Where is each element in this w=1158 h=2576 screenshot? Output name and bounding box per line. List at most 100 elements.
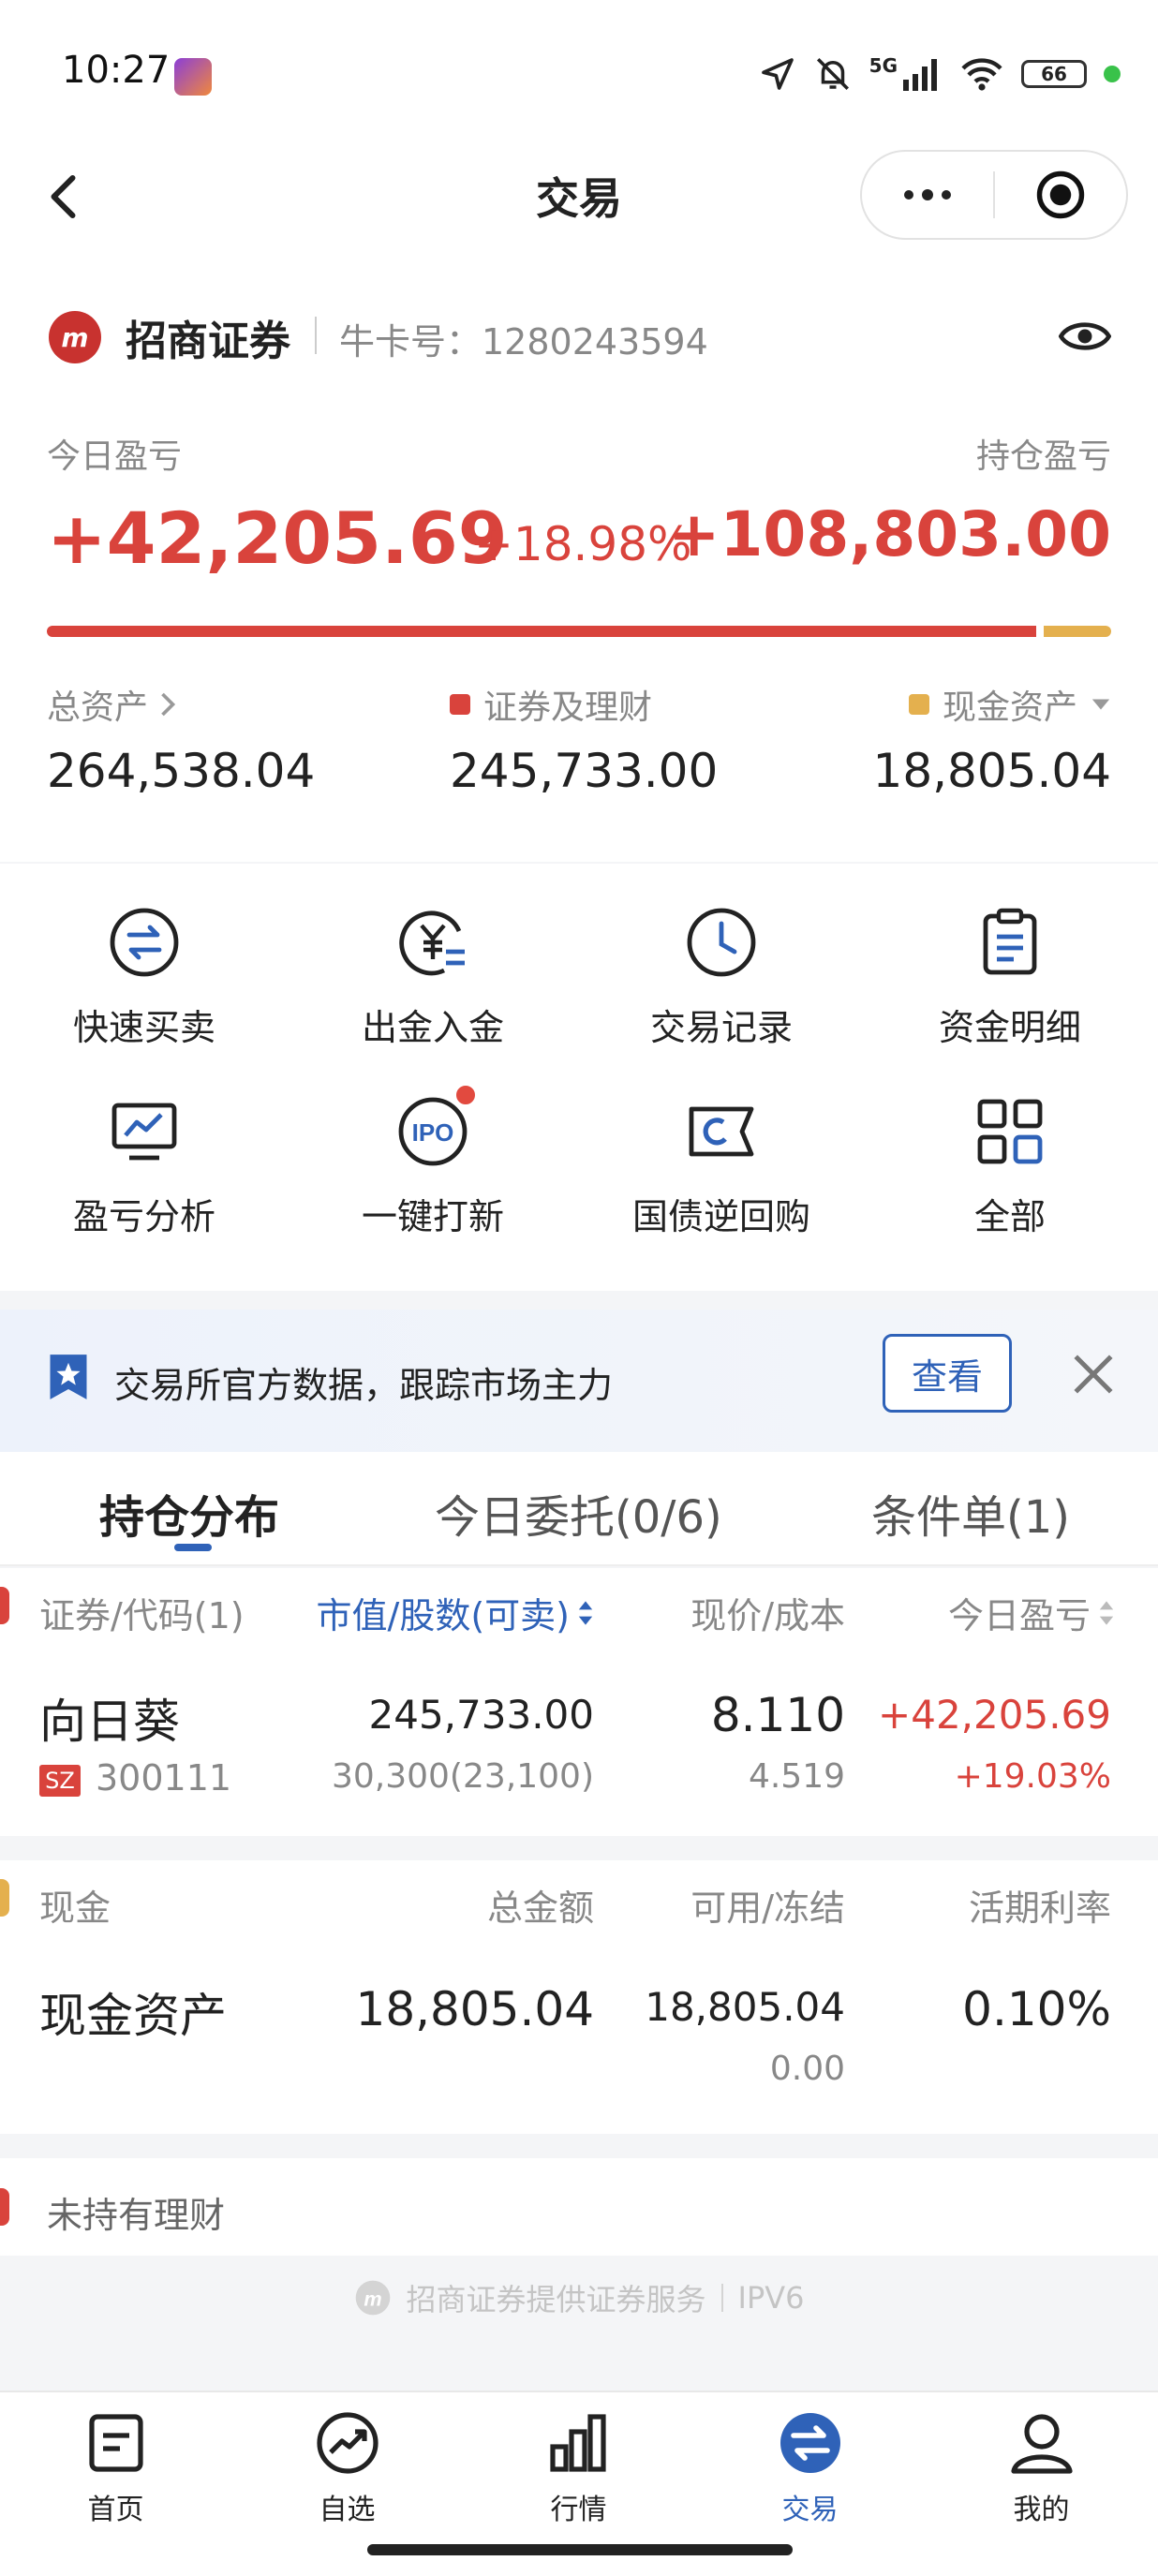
cash-frozen: 0.00 <box>769 2050 845 2088</box>
caret-down-icon <box>1091 699 1110 710</box>
quick-menu-label: 盈亏分析 <box>72 1196 215 1237</box>
total-assets-label: 总资产 <box>47 688 149 727</box>
nav-trade[interactable]: 交易 <box>694 2409 926 2527</box>
nav-label: 行情 <box>550 2494 607 2526</box>
today-pl-percent: +18.98% <box>474 517 692 571</box>
trend-circle-icon <box>316 2412 379 2474</box>
nav-home[interactable]: 首页 <box>0 2409 231 2527</box>
fund-details-button[interactable]: 资金明细 <box>866 864 1154 1051</box>
active-tab-indicator <box>174 1544 212 1551</box>
quick-menu-label: 资金明细 <box>938 1007 1081 1048</box>
trade-records-button[interactable]: 交易记录 <box>577 864 866 1051</box>
stock-code: 300111 <box>96 1757 232 1799</box>
header-market-value: 市值/股数(可卖) <box>316 1595 570 1636</box>
grid-icon <box>972 1094 1047 1169</box>
table-row[interactable]: 现金资产 18,805.04 18,805.04 0.00 0.10% <box>0 1950 1158 2134</box>
section-marker <box>0 2188 9 2226</box>
quick-menu-label: 快速买卖 <box>72 1007 215 1048</box>
cash-total: 18,805.04 <box>355 1982 594 2036</box>
account-summary: m 招商证券 牛卡号：1280243594 今日盈亏 +42,205.69 +1… <box>0 262 1158 862</box>
quick-trade-button[interactable]: 快速买卖 <box>0 864 289 1051</box>
sort-icon <box>1099 1600 1114 1625</box>
banner-view-button[interactable]: 查看 <box>883 1334 1012 1413</box>
footer-divider <box>720 2284 723 2312</box>
deposit-withdraw-button[interactable]: 出金入金 <box>289 864 577 1051</box>
footer-note: m 招商证券提供证券服务 IPV6 <box>0 2276 1158 2319</box>
cost-price: 4.519 <box>748 1757 845 1796</box>
quick-menu-label: 出金入金 <box>361 1007 504 1048</box>
today-pl-rate: +19.03% <box>954 1757 1111 1796</box>
reverse-repo-button[interactable]: 国债逆回购 <box>577 1053 866 1240</box>
nav-label: 我的 <box>1013 2494 1070 2526</box>
broker-divider <box>315 317 317 354</box>
cash-available: 18,805.04 <box>645 1984 845 2030</box>
market-value: 245,733.00 <box>368 1692 594 1738</box>
cash-interest-rate: 0.10% <box>962 1982 1111 2036</box>
header-cash: 现金 <box>39 1888 111 1929</box>
nav-watchlist[interactable]: 自选 <box>231 2409 463 2527</box>
footer-text: 招商证券提供证券服务 <box>406 2282 706 2317</box>
sort-today-pl-button[interactable]: 今日盈亏 <box>948 1587 1115 1638</box>
nav-label: 自选 <box>319 2494 376 2526</box>
chevron-right-icon <box>161 692 176 717</box>
nav-market[interactable]: 行情 <box>463 2409 694 2527</box>
notification-dot <box>453 1083 478 1107</box>
current-price: 8.110 <box>710 1688 845 1742</box>
signal-icon <box>903 59 937 91</box>
quick-menu-label: 一键打新 <box>361 1196 504 1237</box>
cash-table: 现金 总金额 可用/冻结 活期利率 现金资产 18,805.04 18,805.… <box>0 1860 1158 2134</box>
cash-row-name: 现金资产 <box>39 1989 227 2043</box>
star-bookmark-icon <box>47 1353 90 1401</box>
header-price-cost: 现价/成本 <box>690 1595 845 1636</box>
sort-icon <box>578 1600 593 1625</box>
cash-assets-dropdown[interactable]: 现金资产 <box>908 680 1111 729</box>
nav-profile[interactable]: 我的 <box>926 2409 1157 2527</box>
holdings-table: 证券/代码(1) 市值/股数(可卖) 现价/成本 今日盈亏 向日葵 SZ 300… <box>0 1568 1158 1836</box>
svg-text:IPO: IPO <box>412 1118 454 1147</box>
table-row[interactable]: 向日葵 SZ 300111 245,733.00 30,300(23,100) … <box>0 1658 1158 1836</box>
clipboard-icon <box>972 905 1047 980</box>
market-badge: SZ <box>39 1765 81 1797</box>
tab-positions[interactable]: 持仓分布 <box>99 1480 279 1546</box>
quick-menu-label: 交易记录 <box>649 1007 793 1048</box>
bar-chart-icon <box>549 2414 606 2472</box>
close-program-button[interactable] <box>995 152 1126 238</box>
cash-legend-swatch <box>908 694 929 715</box>
wifi-icon <box>961 58 1002 91</box>
tab-conditional-orders[interactable]: 条件单(1) <box>871 1480 1070 1546</box>
sort-market-value-button[interactable]: 市值/股数(可卖) <box>317 1587 594 1638</box>
total-assets-link[interactable]: 总资产 <box>47 680 178 729</box>
all-services-button[interactable]: 全部 <box>866 1053 1154 1240</box>
not-held-label: 未持有理财 <box>47 2195 226 2236</box>
home-indicator <box>367 2544 793 2555</box>
tab-today-orders[interactable]: 今日委托(0/6) <box>435 1480 722 1546</box>
more-button[interactable] <box>862 152 993 238</box>
securities-ratio-segment <box>47 626 1036 637</box>
more-dots-icon <box>904 189 951 200</box>
status-bar: 10:27 5G 66 <box>0 0 1158 150</box>
nav-label: 交易 <box>781 2494 839 2526</box>
toggle-visibility-button[interactable] <box>1059 313 1111 360</box>
header-security: 证券/代码(1) <box>39 1595 245 1636</box>
header-total-amount: 总金额 <box>486 1888 594 1929</box>
banner-close-button[interactable] <box>1070 1351 1117 1398</box>
today-pl-amount: +42,205.69 <box>878 1692 1111 1738</box>
quick-menu-label: 国债逆回购 <box>631 1196 810 1237</box>
swap-filled-icon <box>779 2413 840 2473</box>
broker-logo: m <box>49 311 101 363</box>
holding-pl-label: 持仓盈亏 <box>975 437 1111 476</box>
promo-banner: 交易所官方数据，跟踪市场主力 查看 <box>0 1310 1158 1452</box>
quick-menu-label: 全部 <box>973 1196 1046 1237</box>
user-icon <box>1010 2414 1073 2474</box>
pl-analysis-button[interactable]: 盈亏分析 <box>0 1053 289 1240</box>
today-pl-value: +42,205.69 <box>47 496 508 580</box>
header-today-pl: 今日盈亏 <box>947 1595 1091 1636</box>
header-available-frozen: 可用/冻结 <box>690 1888 845 1929</box>
mute-bell-icon <box>816 58 849 90</box>
header-interest-rate: 活期利率 <box>968 1888 1111 1929</box>
privacy-indicator-dot <box>1104 66 1121 82</box>
ipo-subscribe-button[interactable]: IPO 一键打新 <box>289 1053 577 1240</box>
home-document-icon <box>88 2414 143 2472</box>
svg-text:m: m <box>364 2287 381 2310</box>
not-held-section[interactable]: 未持有理财 <box>0 2158 1158 2256</box>
